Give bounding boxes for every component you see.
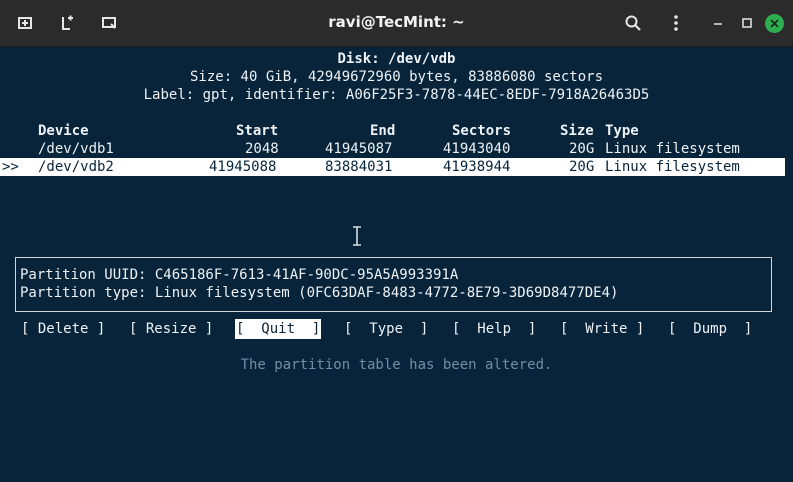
row-end: 41945087 <box>325 141 393 157</box>
text-cursor-icon <box>353 226 361 246</box>
disk-header: Disk: /dev/vdb <box>337 51 456 67</box>
table-header: Device Start End Sectors Size Type <box>0 122 793 140</box>
partition-type: Partition type: Linux filesystem (0FC63D… <box>20 285 619 301</box>
close-icon[interactable] <box>765 14 784 33</box>
menu-icon[interactable] <box>665 12 687 34</box>
resize-button[interactable]: [ Resize ] <box>129 320 213 338</box>
table-row[interactable]: /dev/vdb1 2048 41945087 41943040 20G Lin… <box>0 140 793 158</box>
partition-info-box: Partition UUID: C465186F-7613-41AF-90DC-… <box>15 257 772 312</box>
title-bar: ravi@TecMint: ~ <box>0 0 793 47</box>
col-start: Start <box>236 123 279 139</box>
maximize-icon[interactable] <box>736 12 758 34</box>
disk-size-line: Size: 40 GiB, 42949672960 bytes, 8388608… <box>189 69 603 85</box>
row-size: 20G <box>569 159 595 175</box>
row-start: 2048 <box>245 141 279 157</box>
delete-button[interactable]: [ Delete ] <box>21 320 105 338</box>
row-sectors: 41938944 <box>443 159 511 175</box>
partition-uuid: Partition UUID: C465186F-7613-41AF-90DC-… <box>20 267 459 283</box>
type-button[interactable]: [ Type ] <box>344 320 428 338</box>
row-size: 20G <box>569 141 595 157</box>
col-type: Type <box>605 123 639 139</box>
col-end: End <box>370 123 396 139</box>
row-device: /dev/vdb2 <box>38 159 114 175</box>
table-row-selected[interactable]: >> /dev/vdb2 41945088 83884031 41938944 … <box>0 158 785 176</box>
minimize-icon[interactable] <box>707 12 729 34</box>
status-message: The partition table has been altered. <box>240 357 553 373</box>
selection-marker: >> <box>2 159 19 175</box>
row-start: 41945088 <box>209 159 277 175</box>
row-type: Linux filesystem <box>605 159 740 175</box>
action-menu: [ Delete ] [ Resize ] [ Quit ] [ Type ] … <box>0 319 793 339</box>
terminal[interactable]: Disk: /dev/vdb Size: 40 GiB, 42949672960… <box>0 46 793 404</box>
col-size: Size <box>560 123 594 139</box>
row-sectors: 41943040 <box>443 141 511 157</box>
row-end: 83884031 <box>325 159 393 175</box>
dump-button[interactable]: [ Dump ] <box>668 320 752 338</box>
row-type: Linux filesystem <box>605 141 740 157</box>
write-button[interactable]: [ Write ] <box>560 320 644 338</box>
search-icon[interactable] <box>622 12 644 34</box>
help-button[interactable]: [ Help ] <box>452 320 536 338</box>
disk-label-line: Label: gpt, identifier: A06F25F3-7878-44… <box>143 87 650 103</box>
col-sectors: Sectors <box>452 123 512 139</box>
quit-button[interactable]: [ Quit ] <box>234 319 322 339</box>
col-device: Device <box>38 123 89 139</box>
row-device: /dev/vdb1 <box>38 141 114 157</box>
